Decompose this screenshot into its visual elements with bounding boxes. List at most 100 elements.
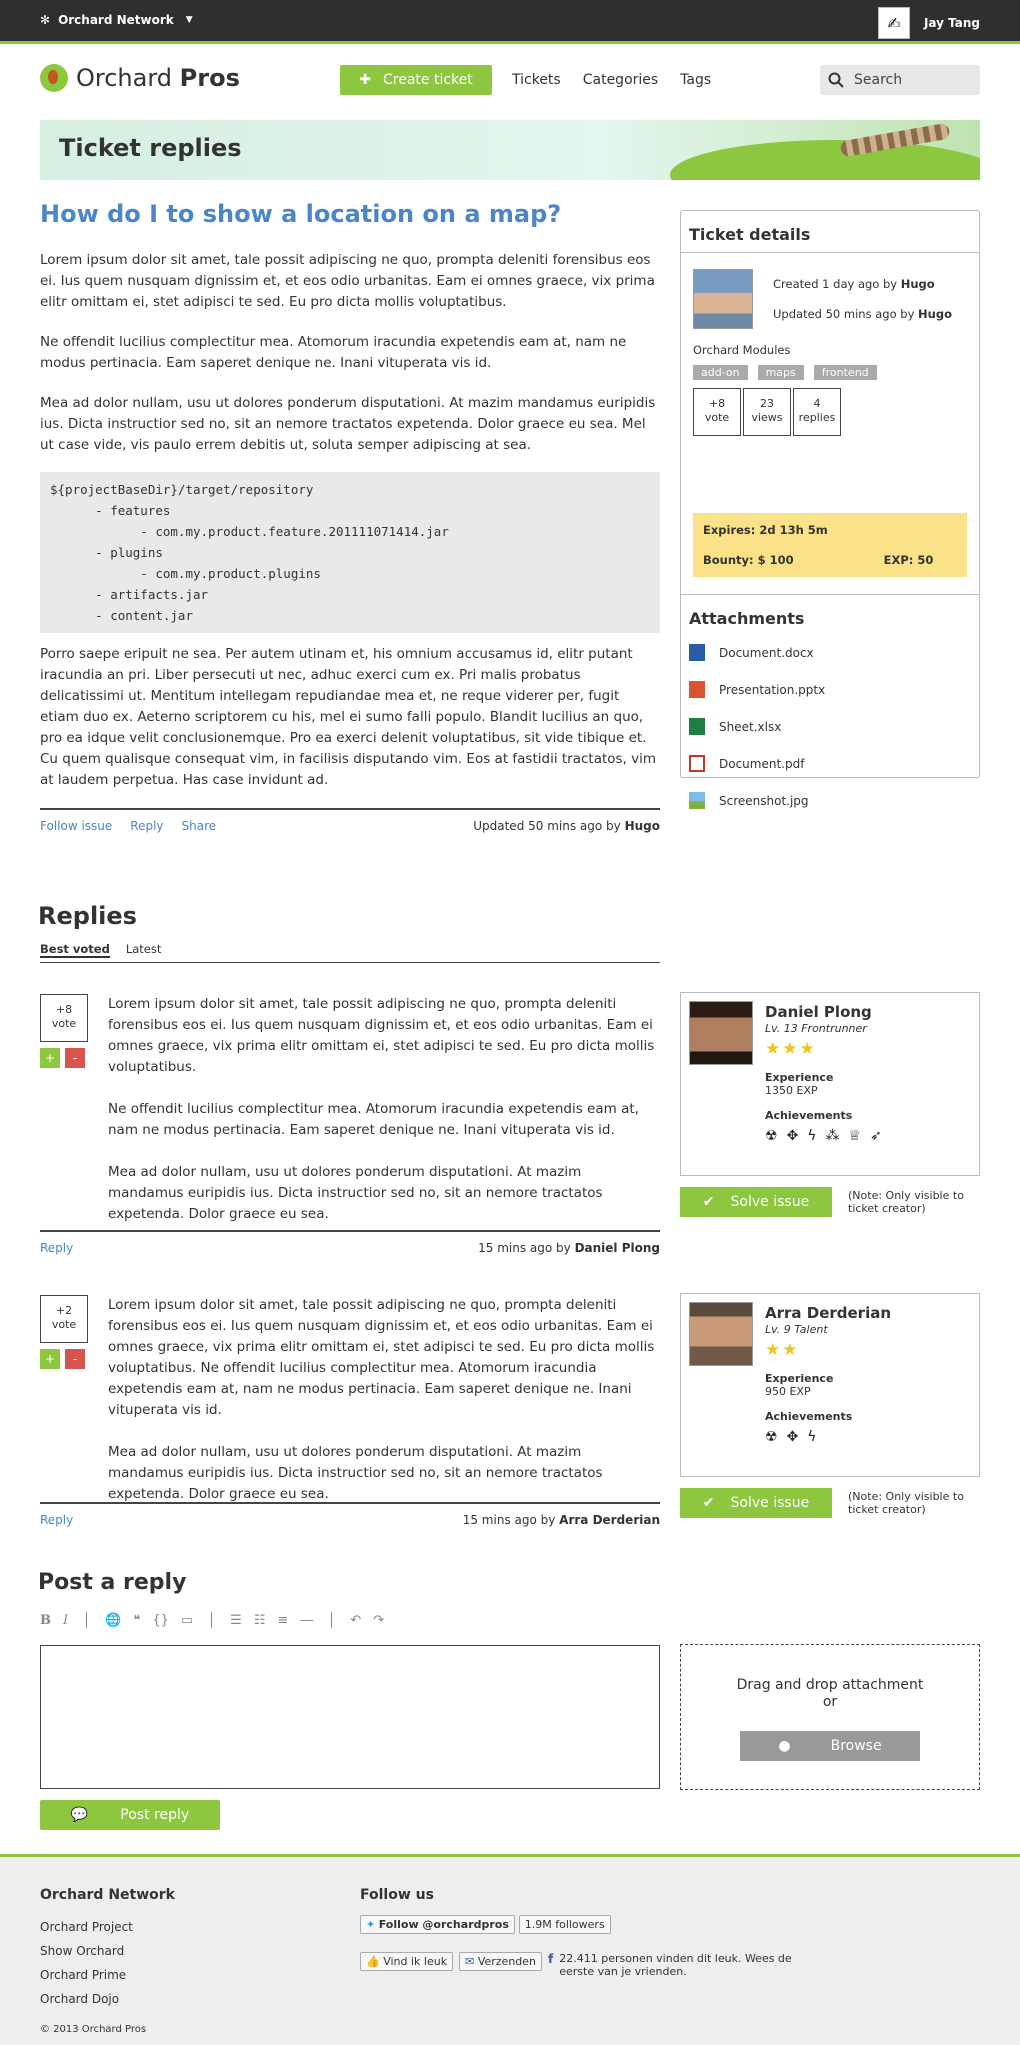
- attachment-item[interactable]: Screenshot.jpg: [689, 782, 971, 819]
- downvote-button[interactable]: -: [65, 1048, 85, 1068]
- heading-icon[interactable]: ≡: [277, 1613, 288, 1628]
- excel-icon: [689, 718, 705, 735]
- solve-issue-button[interactable]: ✔ Solve issue: [680, 1488, 832, 1518]
- upvote-button[interactable]: +: [40, 1349, 60, 1369]
- upvote-button[interactable]: +: [40, 1048, 60, 1068]
- code-icon[interactable]: {}: [152, 1613, 169, 1628]
- attachments-title: Attachments: [689, 609, 805, 628]
- undo-icon[interactable]: ↶: [350, 1613, 361, 1628]
- created-by[interactable]: Hugo: [901, 277, 935, 291]
- tag[interactable]: frontend: [813, 365, 877, 380]
- reply-author[interactable]: Arra Derderian: [559, 1513, 660, 1527]
- author-card: Daniel Plong Lv. 13 Frontrunner ★★★ Expe…: [680, 992, 980, 1176]
- page-title: Ticket replies: [59, 134, 242, 162]
- question-paragraph: Ne offendit lucilius complectitur mea. A…: [40, 334, 627, 371]
- stars-icon[interactable]: ⁂: [826, 1128, 840, 1144]
- tab-best-voted[interactable]: Best voted: [40, 942, 110, 958]
- attachments-section: Attachments Document.docx Presentation.p…: [681, 595, 979, 833]
- tag-list: add-on maps frontend: [693, 365, 967, 380]
- create-ticket-button[interactable]: ✚ Create ticket: [340, 65, 492, 95]
- bolt-icon[interactable]: ϟ: [807, 1429, 816, 1445]
- author-photo[interactable]: [689, 1001, 753, 1065]
- solve-issue-button[interactable]: ✔ Solve issue: [680, 1187, 832, 1217]
- reply-author[interactable]: Daniel Plong: [575, 1241, 660, 1255]
- updated-by[interactable]: Hugo: [625, 819, 660, 833]
- author-name[interactable]: Daniel Plong: [765, 1003, 882, 1021]
- italic-icon[interactable]: I: [63, 1613, 68, 1628]
- chevron-down-icon: ▼: [185, 15, 193, 25]
- followers-count: 1.9M followers: [518, 1915, 611, 1934]
- image-insert-icon[interactable]: ▭: [181, 1613, 193, 1628]
- follow-issue-link[interactable]: Follow issue: [40, 819, 112, 833]
- post-reply-button[interactable]: 💬 Post reply: [40, 1800, 220, 1830]
- author-name[interactable]: Arra Derderian: [765, 1304, 891, 1322]
- nav-tags[interactable]: Tags: [680, 72, 711, 88]
- reply-textarea[interactable]: [40, 1645, 660, 1789]
- quote-icon[interactable]: ❝: [133, 1613, 140, 1628]
- avatar[interactable]: ✍: [877, 7, 910, 39]
- tab-latest[interactable]: Latest: [126, 942, 162, 958]
- downvote-button[interactable]: -: [65, 1349, 85, 1369]
- footer-link[interactable]: Orchard Prime: [40, 1968, 126, 1982]
- attachment-dropzone[interactable]: Drag and drop attachment or ● Browse: [680, 1644, 980, 1790]
- module-category[interactable]: Orchard Modules: [693, 343, 967, 357]
- attachment-item[interactable]: Document.pdf: [689, 745, 971, 782]
- copyright: © 2013 Orchard Pros: [40, 2024, 147, 2035]
- reply-item: +8 vote + - Lorem ipsum dolor sit amet, t…: [40, 994, 660, 1264]
- ticket-meta: Created 1 day ago by Hugo Updated 50 min…: [773, 277, 952, 321]
- site-logo[interactable]: Orchard Pros: [40, 64, 240, 92]
- search-input[interactable]: Search: [820, 65, 980, 95]
- attachment-item[interactable]: Document.docx: [689, 634, 971, 671]
- crosshair-icon[interactable]: ✥: [787, 1128, 799, 1144]
- tag[interactable]: maps: [757, 365, 804, 380]
- facebook-send-button[interactable]: ✉ Verzenden: [459, 1952, 543, 1971]
- nav-categories[interactable]: Categories: [583, 72, 658, 88]
- create-ticket-label: Create ticket: [382, 72, 473, 88]
- reply-link[interactable]: Reply: [40, 1513, 73, 1527]
- share-link[interactable]: Share: [182, 819, 217, 833]
- radiation-icon[interactable]: ☢: [765, 1128, 778, 1144]
- nav-tickets[interactable]: Tickets: [512, 72, 561, 88]
- footer-network: Orchard Network Orchard Project Show Orc…: [40, 1887, 175, 2011]
- crosshair-icon[interactable]: ✥: [787, 1429, 799, 1445]
- user-menu[interactable]: ✍ Jay Tang: [877, 7, 980, 39]
- reply-link[interactable]: Reply: [40, 1241, 73, 1255]
- attachment-item[interactable]: Sheet.xlsx: [689, 708, 971, 745]
- pdf-icon: [689, 755, 705, 772]
- author-photo[interactable]: [689, 1302, 753, 1366]
- reply-link[interactable]: Reply: [130, 819, 163, 833]
- radiation-icon[interactable]: ☢: [765, 1429, 778, 1445]
- horizontal-rule-icon[interactable]: ―: [300, 1613, 313, 1628]
- footer-link[interactable]: Orchard Dojo: [40, 1992, 119, 2006]
- achievements-label: Achievements: [765, 1410, 853, 1423]
- network-menu[interactable]: ✻ Orchard Network ▼: [40, 13, 193, 27]
- attachment-item[interactable]: Presentation.pptx: [689, 671, 971, 708]
- browse-button[interactable]: ● Browse: [740, 1731, 920, 1761]
- main-nav: Tickets Categories Tags: [512, 72, 711, 88]
- bolt-icon[interactable]: ϟ: [807, 1128, 816, 1144]
- bold-icon[interactable]: B: [40, 1613, 51, 1628]
- twitter-follow-button[interactable]: ✦ Follow @orchardpros: [360, 1915, 515, 1934]
- reply-body: Lorem ipsum dolor sit amet, tale possit …: [108, 1297, 655, 1502]
- experience-label: Experience: [765, 1071, 834, 1084]
- numbered-list-icon[interactable]: ☰: [230, 1613, 242, 1628]
- toolbar-divider: [331, 1612, 333, 1628]
- rocket-icon[interactable]: ➶: [870, 1128, 882, 1144]
- image-icon: [689, 792, 705, 809]
- stat-votes: +8 vote: [693, 388, 741, 436]
- reply-footer: Reply 15 mins ago by Daniel Plong: [40, 1230, 660, 1255]
- redo-icon[interactable]: ↷: [373, 1613, 384, 1628]
- link-icon[interactable]: 🌐: [105, 1613, 121, 1628]
- user-name[interactable]: Jay Tang: [924, 16, 980, 30]
- check-icon: ✔: [702, 1495, 715, 1511]
- author-level: Lv. 9 Talent: [765, 1323, 828, 1336]
- tag[interactable]: add-on: [693, 365, 748, 380]
- trophy-icon[interactable]: ♕: [849, 1128, 862, 1144]
- author-photo[interactable]: [693, 269, 753, 329]
- footer-link[interactable]: Orchard Project: [40, 1920, 133, 1934]
- facebook-like-button[interactable]: 👍 Vind ik leuk: [360, 1952, 454, 1971]
- search-icon: [828, 72, 844, 88]
- updated-by[interactable]: Hugo: [918, 307, 952, 321]
- footer-link[interactable]: Show Orchard: [40, 1944, 124, 1958]
- bullet-list-icon[interactable]: ☷: [254, 1613, 266, 1628]
